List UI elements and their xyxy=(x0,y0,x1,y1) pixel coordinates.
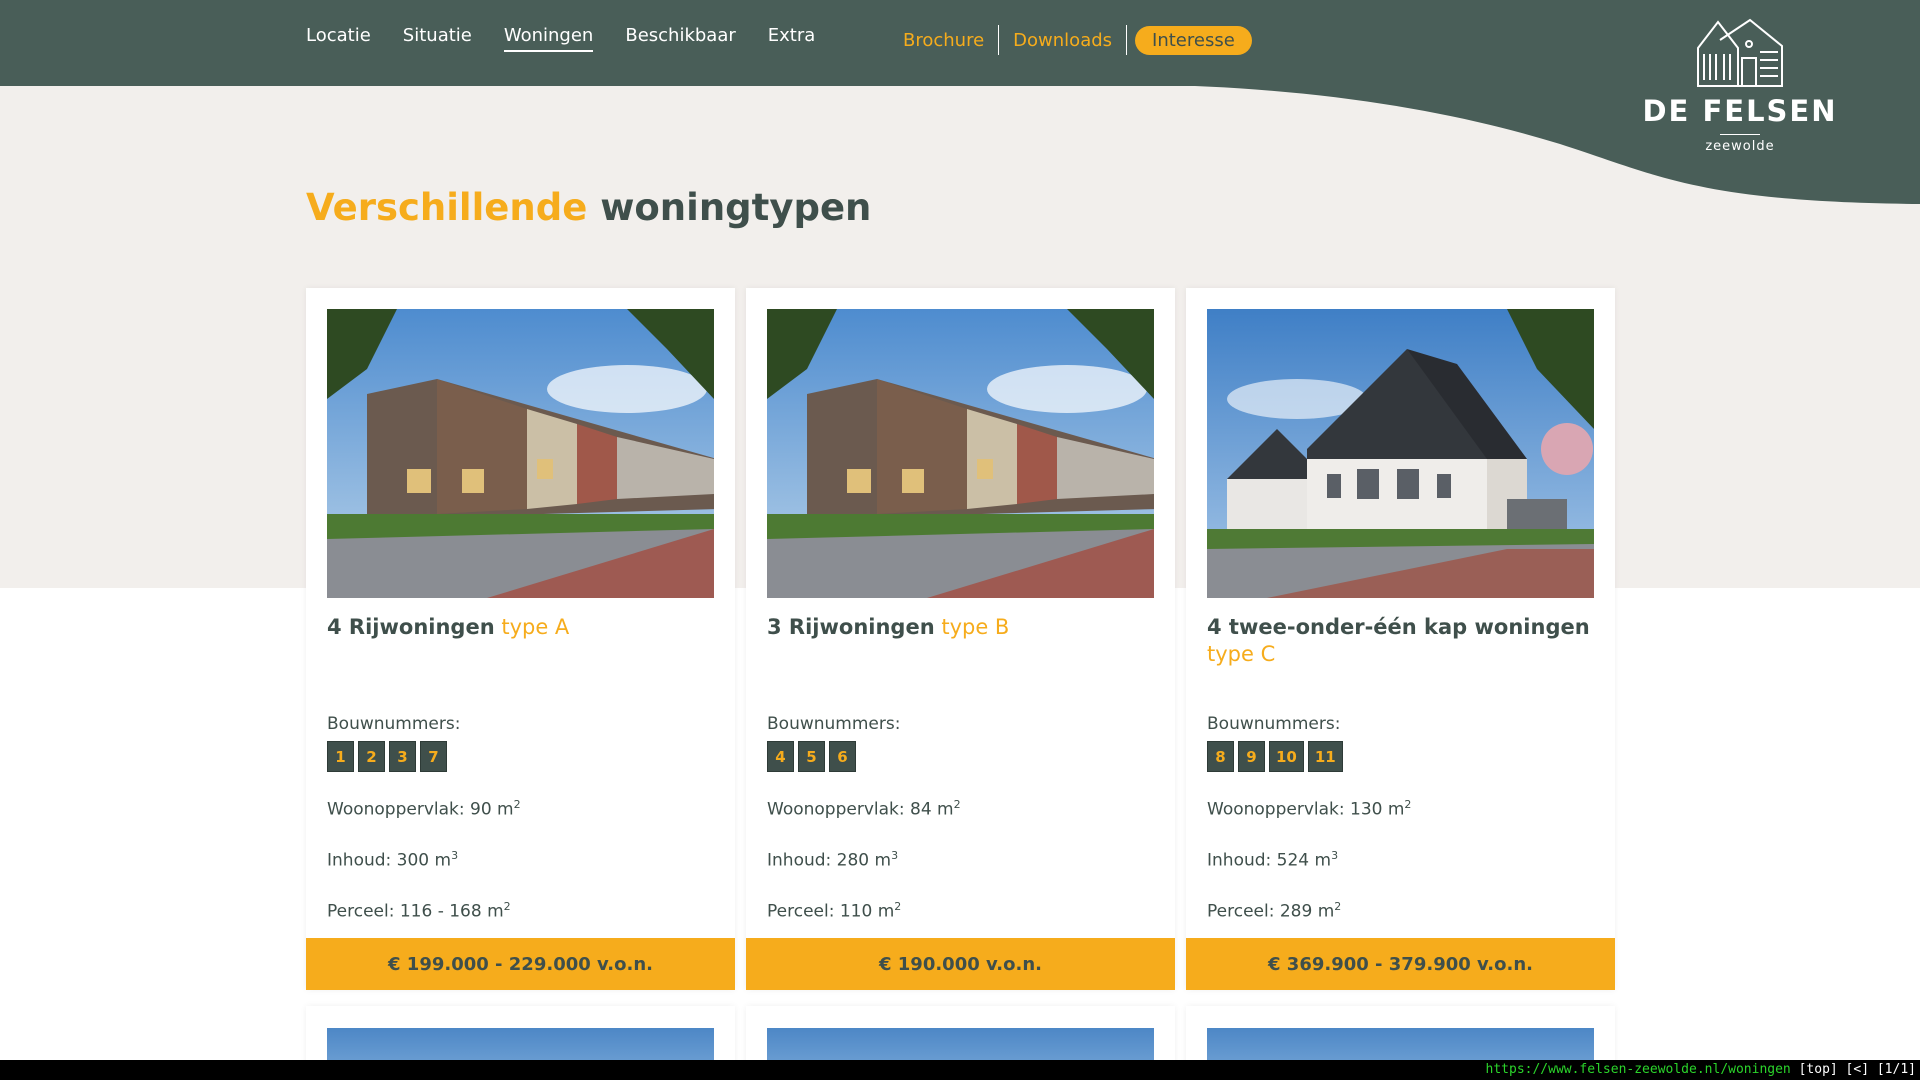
bouwnummers-list: 8 9 10 11 xyxy=(1207,741,1343,772)
bouwnummer-badge[interactable]: 3 xyxy=(389,741,416,772)
bouwnummer-badge[interactable]: 7 xyxy=(420,741,447,772)
bouwnummers-label: Bouwnummers: xyxy=(767,714,901,734)
nav-divider xyxy=(1126,25,1128,55)
perceel: Perceel: 110 m2 xyxy=(767,900,901,922)
house-card-b[interactable]: 3 Rijwoningen type B Bouwnummers: 4 5 6 … xyxy=(746,288,1175,990)
card-title-main: 3 Rijwoningen xyxy=(767,615,935,639)
card-title-type: type C xyxy=(1207,642,1276,666)
price-bar[interactable]: € 369.900 - 379.900 v.o.n. xyxy=(1186,938,1615,990)
card-title: 3 Rijwoningen type B xyxy=(767,614,1154,641)
logo-name: DE FELSEN xyxy=(1642,94,1838,128)
nav-woningen[interactable]: Woningen xyxy=(503,25,594,52)
bouwnummer-badge[interactable]: 8 xyxy=(1207,741,1234,772)
price-bar[interactable]: € 199.000 - 229.000 v.o.n. xyxy=(306,938,735,990)
sup-3: 3 xyxy=(1331,849,1339,862)
page-title: Verschillende woningtypen xyxy=(306,186,871,229)
sup-3: 3 xyxy=(891,849,899,862)
house-card-a[interactable]: 4 Rijwoningen type A Bouwnummers: 1 2 3 … xyxy=(306,288,735,990)
interesse-button[interactable]: Interesse xyxy=(1135,25,1252,55)
sup-3: 3 xyxy=(451,849,459,862)
sup-2: 2 xyxy=(1404,798,1412,811)
perceel: Perceel: 116 - 168 m2 xyxy=(327,900,511,922)
card-title: 4 Rijwoningen type A xyxy=(327,614,714,641)
nav-situatie[interactable]: Situatie xyxy=(403,25,472,52)
perceel-text: Perceel: 116 - 168 m xyxy=(327,901,504,922)
inhoud: Inhoud: 300 m3 xyxy=(327,849,458,871)
logo-divider xyxy=(1720,134,1760,135)
house-photo-b[interactable] xyxy=(767,309,1154,598)
bouwnummer-badge[interactable]: 5 xyxy=(798,741,825,772)
logo-subtitle: zeewolde xyxy=(1705,139,1775,154)
inhoud-text: Inhoud: 300 m xyxy=(327,850,452,871)
sup-2: 2 xyxy=(503,900,511,913)
house-type-cards: 4 Rijwoningen type A Bouwnummers: 1 2 3 … xyxy=(306,288,1615,990)
inhoud: Inhoud: 280 m3 xyxy=(767,849,898,871)
status-url: https://www.felsen-zeewolde.nl/woningen xyxy=(1485,1062,1791,1077)
bouwnummer-badge[interactable]: 9 xyxy=(1238,741,1265,772)
house-photo-c[interactable] xyxy=(1207,309,1594,598)
nav-extra[interactable]: Extra xyxy=(768,25,816,52)
perceel-text: Perceel: 289 m xyxy=(1207,901,1335,922)
perceel: Perceel: 289 m2 xyxy=(1207,900,1341,922)
woonoppervlak-text: Woonoppervlak: 84 m xyxy=(767,799,954,820)
sup-2: 2 xyxy=(894,900,902,913)
card-title-main: 4 Rijwoningen xyxy=(327,615,495,639)
bouwnummer-badge[interactable]: 10 xyxy=(1269,741,1304,772)
sup-2: 2 xyxy=(953,798,961,811)
main-nav: Locatie Situatie Woningen Beschikbaar Ex… xyxy=(306,25,815,52)
bouwnummer-badge[interactable]: 1 xyxy=(327,741,354,772)
browser-status-bar: https://www.felsen-zeewolde.nl/woningen … xyxy=(0,1060,1920,1080)
secondary-nav: Brochure Downloads Interesse xyxy=(889,25,1252,55)
bouwnummers-list: 1 2 3 7 xyxy=(327,741,447,772)
sup-2: 2 xyxy=(513,798,521,811)
card-title-main: 4 twee-onder-één kap woningen xyxy=(1207,615,1590,639)
card-title-type: type B xyxy=(941,615,1010,639)
woonoppervlak: Woonoppervlak: 130 m2 xyxy=(1207,798,1411,820)
sup-2: 2 xyxy=(1334,900,1342,913)
bouwnummers-label: Bouwnummers: xyxy=(1207,714,1341,734)
site-logo[interactable]: DE FELSEN zeewolde xyxy=(1640,18,1840,154)
bouwnummers-label: Bouwnummers: xyxy=(327,714,461,734)
nav-locatie[interactable]: Locatie xyxy=(306,25,371,52)
house-card-c[interactable]: 4 twee-onder-één kap woningen type C Bou… xyxy=(1186,288,1615,990)
bouwnummers-list: 4 5 6 xyxy=(767,741,856,772)
woonoppervlak: Woonoppervlak: 90 m2 xyxy=(327,798,521,820)
downloads-link[interactable]: Downloads xyxy=(999,30,1126,51)
inhoud: Inhoud: 524 m3 xyxy=(1207,849,1338,871)
card-title-type: type A xyxy=(501,615,570,639)
bouwnummer-badge[interactable]: 4 xyxy=(767,741,794,772)
perceel-text: Perceel: 110 m xyxy=(767,901,895,922)
woonoppervlak-text: Woonoppervlak: 130 m xyxy=(1207,799,1405,820)
house-logo-icon xyxy=(1697,18,1783,87)
status-info: [top] [<] [1/1] xyxy=(1798,1062,1916,1077)
woonoppervlak: Woonoppervlak: 84 m2 xyxy=(767,798,961,820)
house-photo-a[interactable] xyxy=(327,309,714,598)
inhoud-text: Inhoud: 280 m xyxy=(767,850,892,871)
woonoppervlak-text: Woonoppervlak: 90 m xyxy=(327,799,514,820)
bouwnummer-badge[interactable]: 11 xyxy=(1307,741,1343,772)
brochure-link[interactable]: Brochure xyxy=(889,30,998,51)
price-bar[interactable]: € 190.000 v.o.n. xyxy=(746,938,1175,990)
title-highlight: Verschillende xyxy=(306,186,588,229)
inhoud-text: Inhoud: 524 m xyxy=(1207,850,1332,871)
card-title: 4 twee-onder-één kap woningen type C xyxy=(1207,614,1594,668)
title-rest: woningtypen xyxy=(600,186,872,229)
bouwnummer-badge[interactable]: 2 xyxy=(358,741,385,772)
nav-beschikbaar[interactable]: Beschikbaar xyxy=(625,25,735,52)
bouwnummer-badge[interactable]: 6 xyxy=(829,741,856,772)
